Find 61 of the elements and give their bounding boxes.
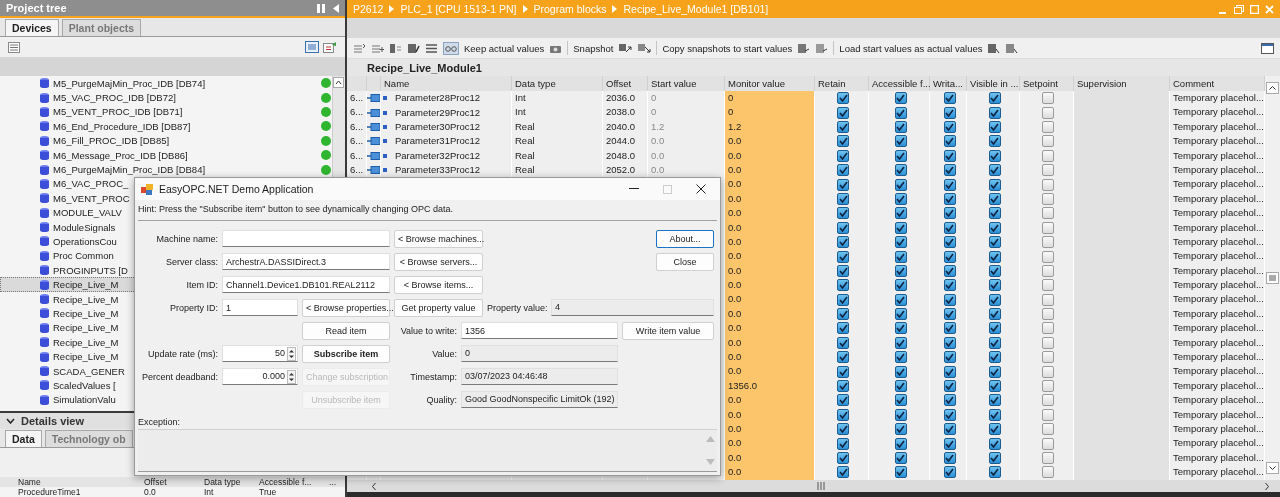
- table-cell: Real: [512, 134, 603, 150]
- table-cell-text: 0.0: [143, 487, 157, 497]
- table-cell: Parameter28Proc12: [395, 91, 481, 106]
- table-cell: 0.0: [725, 465, 815, 481]
- field-label: Update rate (ms):: [146, 348, 218, 359]
- table-cell: 0.0: [725, 292, 815, 308]
- field-label: Timestamp:: [409, 371, 457, 382]
- field-label: Item ID:: [185, 279, 218, 290]
- table-cell-text: Int: [203, 487, 215, 497]
- table-cell: 0.0: [725, 249, 815, 265]
- dialog-title: EasyOPC.NET Demo Application: [159, 183, 314, 195]
- table-cell: 0.0: [725, 321, 815, 337]
- field-label: Value to write:: [399, 325, 457, 336]
- table-cell: 0: [725, 105, 815, 121]
- table-cell: 0.0: [725, 393, 815, 409]
- table-cell: Parameter32Proc12: [395, 148, 481, 163]
- table-cell-text: ProcedureTime1: [17, 487, 82, 497]
- table-cell: Parameter31Proc12: [395, 134, 481, 149]
- table-cell: Temporary placehol...: [1170, 465, 1265, 481]
- field-label: Property value:: [487, 302, 547, 313]
- table-cell: Temporary placehol...: [1170, 393, 1265, 409]
- table-cell: Temporary placehol...: [1170, 249, 1265, 265]
- table-cell: Temporary placehol...: [1170, 321, 1265, 337]
- table-cell: 0.0: [725, 436, 815, 452]
- table-cell: 2038.0: [603, 105, 648, 121]
- table-cell: Temporary placehol...: [1170, 177, 1265, 193]
- table-cell: Temporary placehol...: [1170, 134, 1265, 150]
- field-label: Server class:: [165, 256, 218, 267]
- table-cell: Temporary placehol...: [1170, 105, 1265, 121]
- field-label: Percent deadband:: [140, 371, 218, 382]
- table-cell: 6...: [347, 134, 367, 150]
- table-cell: 0.0: [648, 134, 725, 150]
- panel-title: Project tree: [6, 2, 68, 14]
- table-cell-text: True: [258, 487, 278, 497]
- hint-text: Hint: Press the "Subscribe item" button to see dynamically changing OPC data.: [137, 203, 455, 216]
- field-label: Quality:: [425, 394, 457, 405]
- table-cell: 6...: [347, 105, 367, 121]
- table-cell: 0: [648, 105, 725, 121]
- table-cell: 2044.0: [603, 134, 648, 150]
- table-cell: 0.0: [725, 134, 815, 150]
- output-field: Good GoodNonspecific LimitOk (192): [461, 391, 618, 408]
- table-cell: 0.0: [725, 206, 815, 222]
- table-cell: Parameter33Proc12: [395, 163, 481, 178]
- field-label: Machine name:: [155, 233, 218, 244]
- output-field: 4: [551, 299, 714, 316]
- table-cell: Temporary placehol...: [1170, 436, 1265, 452]
- table-cell: Temporary placehol...: [1170, 206, 1265, 222]
- table-cell: Parameter30Proc12: [395, 120, 481, 134]
- output-field: 03/07/2023 04:46:48: [461, 368, 618, 385]
- table-cell: 0.0: [725, 177, 815, 193]
- table-cell: Temporary placehol...: [1170, 292, 1265, 308]
- output-field: 0: [461, 345, 618, 362]
- table-cell: Parameter29Proc12: [395, 105, 481, 120]
- details-view-title: Details view: [21, 415, 84, 427]
- field-label: Exception:: [137, 416, 182, 429]
- field-label: Value:: [431, 348, 457, 359]
- table-cell: 0.0: [725, 364, 815, 380]
- table-cell: Int: [512, 105, 603, 121]
- field-label: Property ID:: [169, 302, 218, 313]
- block-title: Recipe_Live_Module1: [367, 61, 482, 74]
- table-cell: Temporary placehol...: [1170, 364, 1265, 380]
